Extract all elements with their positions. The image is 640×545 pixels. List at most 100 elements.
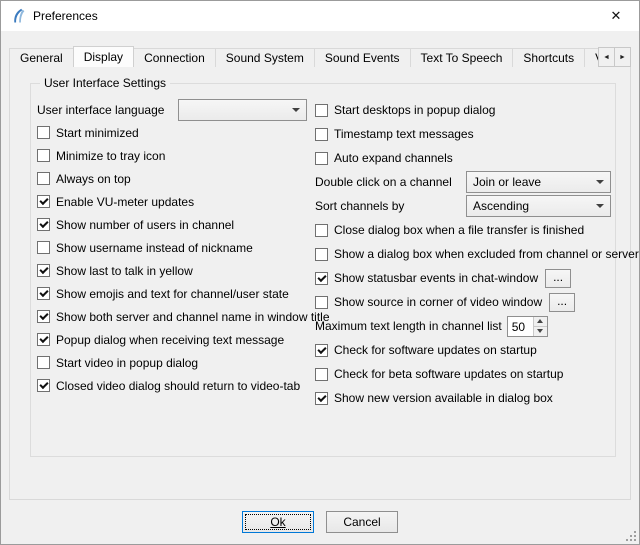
tab[interactable]: Sound Events: [314, 48, 411, 67]
resize-grip[interactable]: [624, 529, 637, 542]
checkbox-row[interactable]: Start minimized: [37, 121, 313, 144]
window-title: Preferences: [33, 9, 98, 23]
checkbox-label: Show statusbar events in chat-window: [334, 271, 538, 285]
checkbox-row[interactable]: Close dialog box when a file transfer is…: [315, 218, 611, 242]
checkbox-row[interactable]: Show both server and channel name in win…: [37, 305, 313, 328]
checkbox-row[interactable]: Show last to talk in yellow: [37, 259, 313, 282]
double-click-value: Join or leave: [473, 175, 541, 189]
checkbox-label: Show source in corner of video window: [334, 295, 542, 309]
sort-channels-dropdown[interactable]: Ascending: [466, 195, 611, 217]
checkbox-row[interactable]: Timestamp text messages: [315, 122, 611, 146]
checkbox[interactable]: [315, 296, 328, 309]
preferences-dialog: Preferences ✕ General Display Connection…: [0, 0, 640, 545]
checkbox-row[interactable]: Always on top: [37, 167, 313, 190]
checkbox-label: Auto expand channels: [334, 151, 453, 165]
checkbox-row[interactable]: Start video in popup dialog: [37, 351, 313, 374]
spin-down-button[interactable]: [534, 326, 547, 336]
checkbox-label: Check for beta software updates on start…: [334, 367, 563, 381]
video-source-row: Show source in corner of video window ..…: [315, 290, 611, 314]
tab[interactable]: General: [9, 48, 74, 67]
checkbox[interactable]: [315, 248, 328, 261]
tab[interactable]: Text To Speech: [410, 48, 514, 67]
spin-down-icon: [537, 329, 543, 333]
chevron-down-icon: [596, 180, 604, 184]
checkbox[interactable]: [315, 128, 328, 141]
checkbox-row[interactable]: Show emojis and text for channel/user st…: [37, 282, 313, 305]
checkbox[interactable]: [37, 356, 50, 369]
checkbox[interactable]: [37, 264, 50, 277]
checkbox-row[interactable]: Show a dialog box when excluded from cha…: [315, 242, 611, 266]
right-column: Start desktops in popup dialog Timestamp…: [315, 98, 611, 410]
sort-channels-value: Ascending: [473, 199, 529, 213]
statusbar-events-row: Show statusbar events in chat-window ...: [315, 266, 611, 290]
checkbox[interactable]: [37, 287, 50, 300]
tab-label: Connection: [144, 51, 205, 65]
checkbox[interactable]: [37, 126, 50, 139]
checkbox[interactable]: [37, 218, 50, 231]
chevron-down-icon: [596, 204, 604, 208]
close-button[interactable]: ✕: [593, 1, 639, 31]
checkbox[interactable]: [37, 310, 50, 323]
cancel-button[interactable]: Cancel: [326, 511, 398, 533]
checkbox[interactable]: [37, 379, 50, 392]
statusbar-events-more-button[interactable]: ...: [545, 269, 571, 288]
checkbox[interactable]: [315, 368, 328, 381]
checkbox-row[interactable]: Show number of users in channel: [37, 213, 313, 236]
checkbox-row[interactable]: Minimize to tray icon: [37, 144, 313, 167]
checkbox[interactable]: [315, 104, 328, 117]
video-source-checkbox-row[interactable]: Show source in corner of video window: [315, 295, 542, 309]
tab-scroll-right-icon[interactable]: ►: [614, 47, 631, 67]
checkbox-row[interactable]: Auto expand channels: [315, 146, 611, 170]
checkbox[interactable]: [37, 241, 50, 254]
statusbar-events-checkbox-row[interactable]: Show statusbar events in chat-window: [315, 271, 538, 285]
checkbox-row[interactable]: Closed video dialog should return to vid…: [37, 374, 313, 397]
left-column: User interface language Start minimized: [37, 98, 313, 397]
checkbox-row[interactable]: Start desktops in popup dialog: [315, 98, 611, 122]
tab-scroller: ◄ ►: [599, 47, 631, 67]
checkbox[interactable]: [37, 195, 50, 208]
checkbox-row[interactable]: Show new version available in dialog box: [315, 386, 611, 410]
ok-button[interactable]: Ok: [242, 511, 314, 533]
tab[interactable]: Shortcuts: [512, 48, 585, 67]
tab[interactable]: Connection: [133, 48, 216, 67]
checkbox[interactable]: [315, 344, 328, 357]
right-checkbox-list-top: Start desktops in popup dialog Timestamp…: [315, 98, 611, 170]
checkbox-label: Always on top: [56, 172, 131, 186]
sort-channels-label: Sort channels by: [315, 199, 466, 213]
checkbox-label: Start video in popup dialog: [56, 356, 198, 370]
max-text-length-row: Maximum text length in channel list 50: [315, 314, 611, 338]
sort-channels-row: Sort channels by Ascending: [315, 194, 611, 218]
checkbox-row[interactable]: Check for beta software updates on start…: [315, 362, 611, 386]
checkbox-row[interactable]: Check for software updates on startup: [315, 338, 611, 362]
checkbox[interactable]: [37, 333, 50, 346]
tab[interactable]: Display: [73, 46, 134, 67]
checkbox[interactable]: [37, 149, 50, 162]
checkbox-row[interactable]: Show username instead of nickname: [37, 236, 313, 259]
max-text-length-spinner[interactable]: 50: [507, 316, 548, 337]
checkbox-label: Timestamp text messages: [334, 127, 474, 141]
checkbox[interactable]: [37, 172, 50, 185]
app-icon: [10, 8, 26, 24]
spin-up-button[interactable]: [534, 317, 547, 326]
max-text-length-value: 50: [508, 317, 533, 336]
checkbox[interactable]: [315, 272, 328, 285]
title-bar: Preferences ✕: [1, 1, 639, 31]
tab-scroll-left-icon[interactable]: ◄: [598, 47, 615, 67]
checkbox-label: Enable VU-meter updates: [56, 195, 194, 209]
checkbox[interactable]: [315, 152, 328, 165]
language-dropdown[interactable]: [178, 99, 307, 121]
checkbox[interactable]: [315, 224, 328, 237]
checkbox[interactable]: [315, 392, 328, 405]
tab[interactable]: Sound System: [215, 48, 315, 67]
double-click-label: Double click on a channel: [315, 175, 466, 189]
tab-strip: General Display Connection Sound System …: [9, 46, 631, 67]
tab-label: Display: [84, 50, 123, 64]
checkbox-label: Show username instead of nickname: [56, 241, 253, 255]
ui-settings-groupbox: User Interface Settings User interface l…: [30, 83, 616, 457]
checkbox-row[interactable]: Enable VU-meter updates: [37, 190, 313, 213]
double-click-dropdown[interactable]: Join or leave: [466, 171, 611, 193]
checkbox-label: Show number of users in channel: [56, 218, 234, 232]
checkbox-row[interactable]: Popup dialog when receiving text message: [37, 328, 313, 351]
video-source-more-button[interactable]: ...: [549, 293, 575, 312]
tab-label: Shortcuts: [523, 51, 574, 65]
